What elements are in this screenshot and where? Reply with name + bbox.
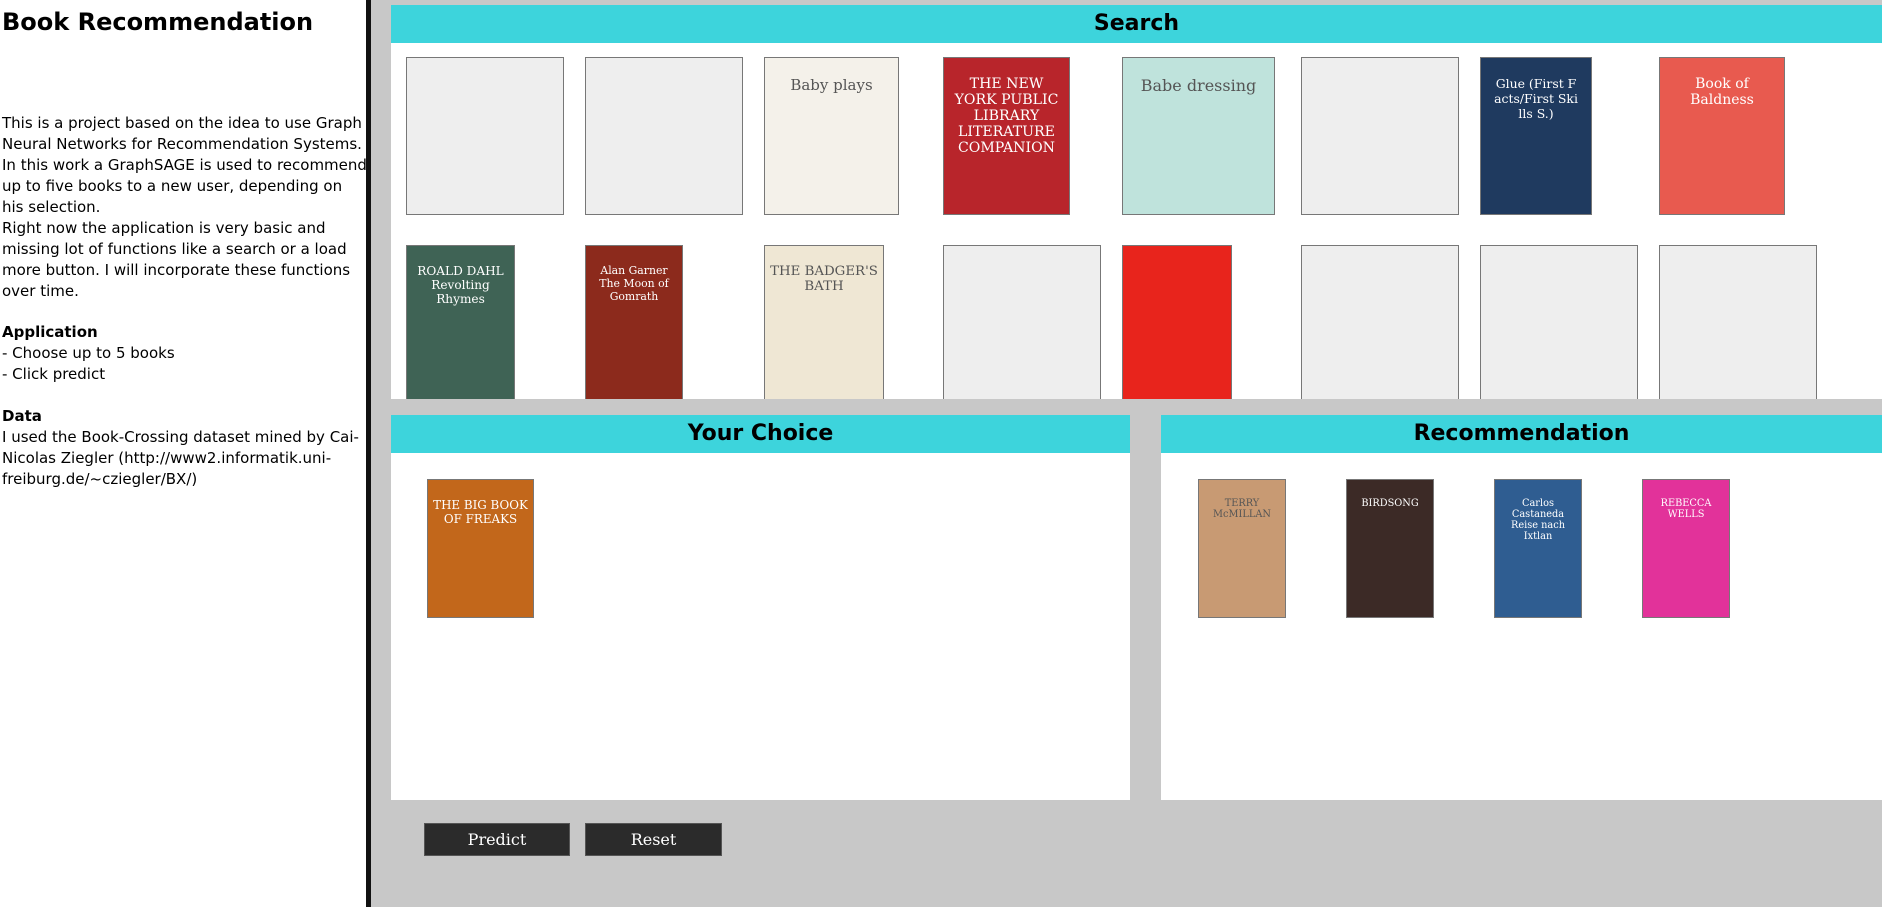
book-cover[interactable]: Carlos Castaneda Reise nach Ixtlan xyxy=(1494,479,1582,618)
recommendation-panel: Recommendation TERRY McMILLAN BIRDSONG Car… xyxy=(1161,415,1882,800)
book-cover[interactable]: Baby plays xyxy=(764,57,899,215)
book-cover[interactable] xyxy=(1301,57,1459,215)
recommendation-title: Recommendation xyxy=(1161,415,1882,453)
book-cover[interactable]: Alan Garner The Moon of Gomrath xyxy=(585,245,683,399)
your-choice-panel: Your Choice THE BIG BOOK OF FREAKS xyxy=(391,415,1130,800)
book-cover-text: Carlos Castaneda Reise nach Ixtlan xyxy=(1510,498,1566,542)
book-cover[interactable]: THE BADGER'S BATH xyxy=(764,245,884,399)
book-cover[interactable] xyxy=(1122,245,1232,399)
book-cover-text: THE NEW YORK PUBLIC LIBRARY LITERATURE C… xyxy=(954,76,1059,156)
application-heading: Application xyxy=(2,323,98,341)
predict-button[interactable]: Predict xyxy=(424,823,570,856)
book-cover-text: TERRY McMILLAN xyxy=(1213,498,1271,520)
book-cover[interactable]: BIRDSONG xyxy=(1346,479,1434,618)
sidebar: Book Recommendation This is a project ba… xyxy=(0,0,371,907)
app-title: Book Recommendation xyxy=(2,8,314,36)
application-item: - Choose up to 5 books xyxy=(2,344,175,362)
book-cover-text: BIRDSONG xyxy=(1361,498,1419,509)
book-cover[interactable] xyxy=(1480,245,1638,399)
reset-button[interactable]: Reset xyxy=(585,823,722,856)
book-cover-text: ROALD DAHL Revolting Rhymes xyxy=(417,264,504,306)
book-cover[interactable]: THE BIG BOOK OF FREAKS xyxy=(427,479,534,618)
book-cover[interactable]: THE NEW YORK PUBLIC LIBRARY LITERATURE C… xyxy=(943,57,1070,215)
search-title: Search xyxy=(391,5,1882,43)
book-cover[interactable] xyxy=(1301,245,1459,399)
book-cover[interactable]: ROALD DAHL Revolting Rhymes xyxy=(406,245,515,399)
book-cover[interactable]: Glue (First F acts/First Ski lls S.) xyxy=(1480,57,1592,215)
book-cover-text: REBECCA WELLS xyxy=(1660,498,1712,520)
intro-text-2: Right now the application is very basic … xyxy=(2,219,351,300)
book-cover[interactable] xyxy=(585,57,743,215)
book-cover[interactable] xyxy=(1659,245,1817,399)
intro-paragraph: This is a project based on the idea to u… xyxy=(2,113,368,302)
book-cover[interactable] xyxy=(943,245,1101,399)
book-cover-text: Babe dressing xyxy=(1140,76,1257,95)
your-choice-title: Your Choice xyxy=(391,415,1130,453)
book-cover[interactable]: TERRY McMILLAN xyxy=(1198,479,1286,618)
book-cover[interactable] xyxy=(406,57,564,215)
application-item: - Click predict xyxy=(2,365,106,383)
main-area: Search Baby plays THE NEW YORK PUBLIC LIB… xyxy=(371,0,1882,907)
intro-text-1: This is a project based on the idea to u… xyxy=(2,114,367,216)
book-cover[interactable]: Book of Baldness xyxy=(1659,57,1785,215)
book-cover-text: Glue (First F acts/First Ski lls S.) xyxy=(1494,76,1578,121)
data-text: I used the Book-Crossing dataset mined b… xyxy=(2,428,359,488)
book-cover[interactable]: REBECCA WELLS xyxy=(1642,479,1730,618)
book-cover-text: Alan Garner The Moon of Gomrath xyxy=(599,264,669,303)
book-cover-text: THE BIG BOOK OF FREAKS xyxy=(433,498,528,526)
book-cover[interactable]: Babe dressing xyxy=(1122,57,1275,215)
book-cover-text: Book of Baldness xyxy=(1690,76,1754,108)
search-panel: Search Baby plays THE NEW YORK PUBLIC LIB… xyxy=(391,5,1882,399)
data-heading: Data xyxy=(2,407,42,425)
book-cover-text: Baby plays xyxy=(790,76,873,94)
book-cover-text: THE BADGER'S BATH xyxy=(770,264,878,294)
application-section: Application - Choose up to 5 books - Cli… xyxy=(2,322,368,385)
data-section: Data I used the Book-Crossing dataset mi… xyxy=(2,406,368,490)
